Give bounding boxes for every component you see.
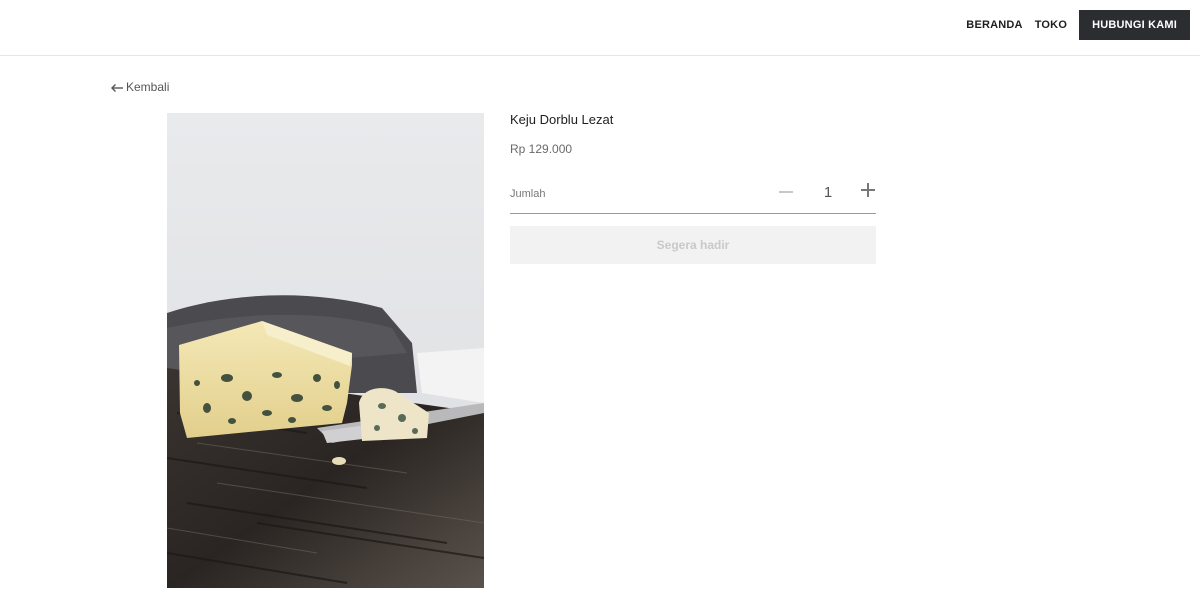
quantity-value[interactable]: 1 [818, 184, 838, 201]
product-title: Keju Dorblu Lezat [510, 112, 614, 127]
minus-icon[interactable] [778, 184, 794, 200]
product-photo [167, 113, 484, 588]
quantity-label: Jumlah [510, 188, 546, 200]
product-details: Keju Dorblu Lezat Rp 129.000 Jumlah 1 Se… [510, 110, 876, 264]
nav-home-link[interactable]: BERANDA [966, 19, 1022, 31]
top-bar: BERANDA TOKO HUBUNGI KAMI [0, 0, 1200, 56]
nav-shop-link[interactable]: TOKO [1035, 19, 1067, 31]
quantity-stepper: Jumlah 1 [510, 176, 876, 214]
arrow-left-icon [111, 82, 123, 92]
back-link-label: Kembali [126, 80, 170, 94]
coming-soon-button[interactable]: Segera hadir [510, 226, 876, 264]
back-link[interactable]: Kembali [111, 80, 169, 94]
main-nav: BERANDA TOKO HUBUNGI KAMI [966, 10, 1190, 40]
product-price: Rp 129.000 [510, 142, 573, 156]
contact-us-button[interactable]: HUBUNGI KAMI [1079, 10, 1190, 40]
plus-icon[interactable] [860, 182, 876, 198]
